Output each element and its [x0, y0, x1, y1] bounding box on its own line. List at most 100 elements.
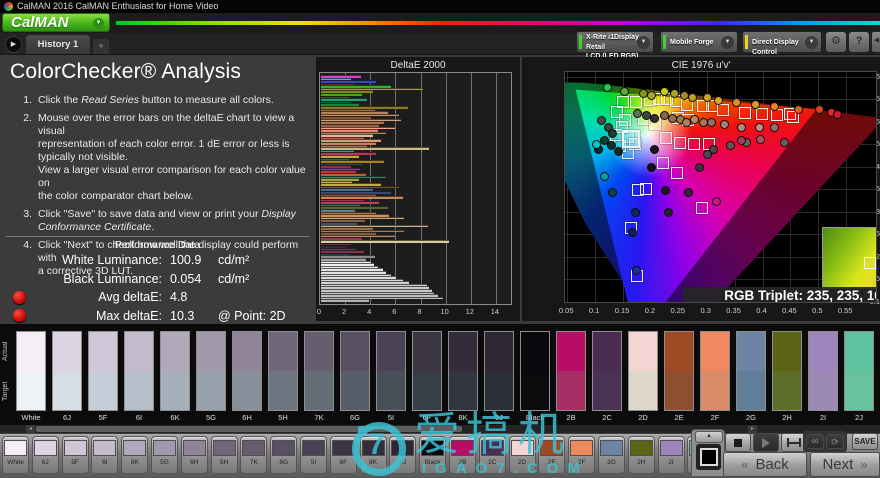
cie-measured-dot: [661, 186, 670, 195]
play-button[interactable]: [753, 433, 779, 452]
patch-button-2c[interactable]: 2C: [479, 436, 506, 474]
patch-button-2g[interactable]: 2G: [598, 436, 625, 474]
target-swatch: [593, 371, 621, 410]
help-icon[interactable]: ?: [848, 31, 870, 53]
deltae-chart: DeltaE 2000 02468101214: [316, 57, 520, 321]
deltae-bar[interactable]: [321, 299, 369, 302]
patch-button-5h[interactable]: 5H: [211, 436, 238, 474]
comparator-column: 2E: [664, 331, 694, 422]
patch-button-white[interactable]: White: [2, 436, 29, 474]
swatch-label: 5G: [196, 413, 226, 422]
next-button[interactable]: Next »: [810, 452, 880, 477]
patch-button-6g[interactable]: 6G: [270, 436, 297, 474]
app-icon: [4, 2, 13, 11]
patch-button-8k[interactable]: 8K: [360, 436, 387, 474]
source-dropdown[interactable]: Mobile Forge ▼: [660, 31, 738, 53]
swatch-label: 8K: [448, 413, 478, 422]
comparator-column: 6F: [412, 331, 442, 422]
refresh-button[interactable]: ⟳: [826, 434, 844, 449]
calman-window: CalMAN 2016 CalMAN Enthusiast for Home V…: [0, 0, 880, 477]
logo-row: CalMAN ▼: [0, 13, 880, 33]
patch-button-black[interactable]: Black: [419, 436, 446, 474]
patch-button-2b[interactable]: 2B: [449, 436, 476, 474]
comparator-scrollbar[interactable]: ◂ ▸: [0, 425, 880, 433]
chevron-down-icon: ▼: [721, 36, 734, 49]
cie-measured-dot: [603, 83, 612, 92]
tab-history-1[interactable]: History 1: [26, 35, 90, 54]
swatch-label: 2G: [736, 413, 766, 422]
cie-measured-dot: [631, 208, 640, 217]
cie-zoom-inset: [822, 227, 877, 289]
swatch-label: 6J: [52, 413, 82, 422]
actual-swatch: [701, 332, 729, 371]
patch-button-2f[interactable]: 2F: [568, 436, 595, 474]
performance-data-section: Performance Data White Luminance:100.9cd…: [6, 236, 309, 325]
patch-button-6k[interactable]: 6K: [121, 436, 148, 474]
calman-logo-menu[interactable]: CalMAN ▼: [2, 13, 110, 32]
patch-button-5g[interactable]: 5G: [151, 436, 178, 474]
page-title: ColorChecker® Analysis: [10, 60, 241, 84]
chevron-down-icon: ▼: [805, 36, 818, 49]
cie-measured-dot: [737, 136, 746, 145]
swatch-label: 2J: [844, 413, 874, 422]
patch-button-6i[interactable]: 6I: [91, 436, 118, 474]
scroll-left-icon[interactable]: ◂: [26, 425, 35, 433]
current-patch-button[interactable]: [696, 444, 721, 470]
cie-measured-dot: [737, 123, 746, 132]
patch-button-6f[interactable]: 6F: [330, 436, 357, 474]
actual-swatch: [125, 332, 153, 371]
comparator-column: 2C: [592, 331, 622, 422]
actual-swatch: [413, 332, 441, 371]
performance-row: Max deltaE:10.3@ Point: 2D: [6, 307, 309, 326]
scrollbar-handle[interactable]: [36, 426, 462, 432]
comparator-column: 6J: [52, 331, 82, 422]
meter-dropdown[interactable]: X-Rite i1Display Retail LCD (LED RGB) ▼: [576, 31, 654, 53]
swatch-label: Black: [520, 413, 550, 422]
collapse-panel-icon[interactable]: ◀: [871, 31, 880, 53]
swatch-label: 2F: [700, 413, 730, 422]
actual-swatch: [269, 332, 297, 371]
meter-profile-button[interactable]: ∞: [806, 434, 824, 449]
comparator-column: 2J: [844, 331, 874, 422]
patch-button-5i[interactable]: 5I: [300, 436, 327, 474]
swatch-label: 2C: [592, 413, 622, 422]
actual-swatch: [557, 332, 585, 371]
expand-panel-button[interactable]: ▲: [695, 431, 723, 443]
target-swatch: [125, 371, 153, 410]
cie-target-square: [688, 138, 700, 150]
target-swatch: [161, 371, 189, 410]
save-button[interactable]: SAVE: [852, 433, 878, 450]
stop-button[interactable]: [725, 433, 751, 452]
patch-button-2i[interactable]: 2I: [658, 436, 685, 474]
comparator-column: White: [16, 331, 46, 422]
patch-button-2d[interactable]: 2D: [509, 436, 536, 474]
rainbow-divider: [116, 21, 880, 25]
chevron-down-icon: ▼: [637, 36, 650, 49]
deltae-chart-title: DeltaE 2000: [316, 60, 520, 71]
comparator-column: 2I: [808, 331, 838, 422]
patch-button-5f[interactable]: 5F: [62, 436, 89, 474]
target-swatch: [737, 371, 765, 410]
target-swatch: [629, 371, 657, 410]
display-control-dropdown[interactable]: Direct Display Control ▼: [742, 31, 822, 53]
cie-target-square: [674, 137, 686, 149]
patch-button-2e[interactable]: 2E: [538, 436, 565, 474]
patch-button-2h[interactable]: 2H: [628, 436, 655, 474]
cie-target-square: [622, 147, 634, 159]
tab-scroll-button[interactable]: ▶: [5, 36, 22, 53]
scroll-right-icon[interactable]: ▸: [748, 425, 757, 433]
cie-target-square: [696, 202, 708, 214]
patch-button-5j[interactable]: 5J: [389, 436, 416, 474]
actual-swatch: [305, 332, 333, 371]
patch-button-7k[interactable]: 7K: [240, 436, 267, 474]
cie-measured-dot: [650, 114, 659, 123]
cie-target-square: [640, 183, 652, 195]
patch-button-6j[interactable]: 6J: [32, 436, 59, 474]
cie-measured-dot: [632, 266, 641, 275]
back-button[interactable]: « Back: [723, 452, 807, 477]
patch-button-6h[interactable]: 6H: [181, 436, 208, 474]
new-tab-button[interactable]: +: [93, 39, 109, 54]
target-swatch: [305, 371, 333, 410]
settings-gear-icon[interactable]: ⚙: [825, 31, 847, 53]
instruction-step: 2.Mouse over the error bars on the delta…: [14, 112, 312, 203]
